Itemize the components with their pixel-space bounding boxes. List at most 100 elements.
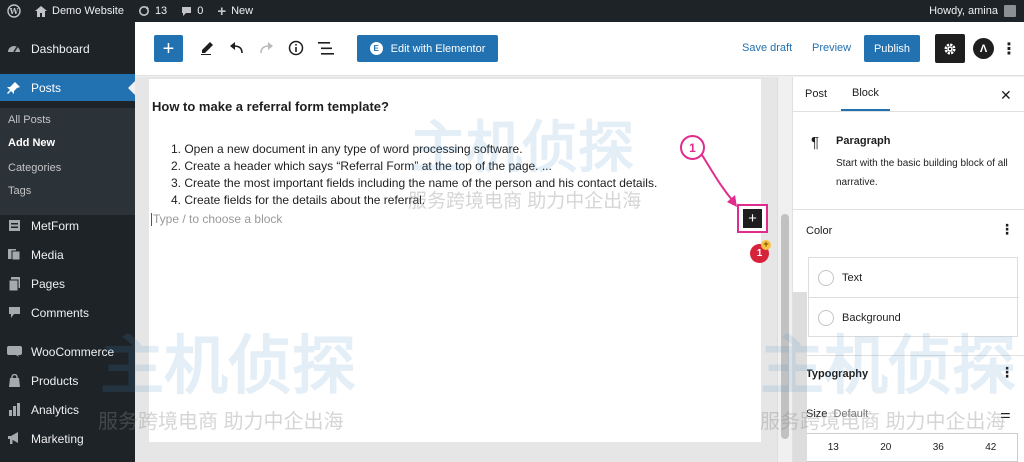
sidebar-item-label: Marketing (31, 431, 84, 446)
add-block-button[interactable]: + (737, 204, 768, 233)
settings-sidebar: Post Block ✕ ¶ Paragraph Start with the … (792, 77, 1024, 462)
font-size-picker: 13 20 36 42 (806, 433, 1018, 462)
divider (793, 209, 1024, 210)
comment-icon (182, 6, 192, 16)
tab-post[interactable]: Post (805, 77, 827, 111)
comments-link[interactable]: 0 (174, 0, 210, 22)
editor-toolbar: + E Edit with Elementor Save draft Previ… (135, 22, 1024, 76)
text-color-label: Text (842, 271, 863, 284)
size-option[interactable]: 36 (933, 442, 944, 453)
details-button[interactable] (285, 37, 307, 59)
canvas-scrollbar[interactable] (777, 77, 791, 462)
sidebar-item-label: Analytics (31, 402, 80, 417)
admin-bar: W Demo Website 13 0 + New Howdy, amina (0, 0, 1024, 22)
typography-section-title[interactable]: Typography (806, 368, 868, 380)
panel-scrollbar[interactable] (793, 292, 807, 462)
media-icon (6, 247, 22, 263)
size-option[interactable]: 42 (985, 442, 996, 453)
comment-icon (6, 305, 22, 321)
close-icon[interactable]: ✕ (1000, 87, 1012, 104)
color-options-icon[interactable]: ⋮ (1000, 221, 1014, 238)
tools-button[interactable] (197, 37, 217, 59)
block-title: Paragraph (836, 135, 891, 147)
sidebar-item-label: MetForm (31, 218, 79, 233)
divider (793, 111, 1024, 112)
undo-button[interactable] (225, 37, 247, 59)
settings-button[interactable] (935, 34, 965, 63)
plus-icon: + (743, 209, 762, 228)
sidebar-item-dashboard[interactable]: Dashboard (0, 35, 135, 62)
sidebar-item-pages[interactable]: Pages (0, 270, 135, 297)
submenu-tags[interactable]: Tags (8, 185, 31, 197)
site-name: Demo Website (52, 5, 124, 17)
more-vertical-icon: ⋮ (1001, 40, 1017, 58)
dashboard-icon (6, 41, 22, 57)
astra-settings-button[interactable]: Λ (973, 38, 994, 59)
editor-canvas: How to make a referral form template? 1.… (149, 79, 771, 442)
submenu-categories[interactable]: Categories (8, 162, 61, 174)
undo-icon (229, 42, 243, 54)
sidebar-item-marketing[interactable]: Marketing (0, 425, 135, 452)
scrollbar-thumb[interactable] (781, 214, 789, 439)
screen: W Demo Website 13 0 + New Howdy, amina D… (0, 0, 1024, 462)
products-icon (6, 373, 22, 389)
plus-icon: + (162, 37, 175, 60)
elementor-logo-icon: E (369, 42, 383, 55)
submenu-all-posts[interactable]: All Posts (8, 114, 51, 126)
site-name-link[interactable]: Demo Website (28, 0, 131, 22)
svg-text:W: W (9, 6, 20, 16)
badge-plus-icon: + (761, 240, 771, 250)
wordpress-logo-icon[interactable]: W (0, 0, 28, 22)
account-menu[interactable]: Howdy, amina (929, 5, 1024, 17)
color-section-title[interactable]: Color (806, 225, 832, 237)
paragraph-icon: ¶ (811, 134, 820, 151)
elementor-button-label: Edit with Elementor (390, 42, 486, 55)
updates-count: 13 (154, 5, 168, 17)
custom-size-icon[interactable]: ⚌ (1000, 407, 1011, 421)
typography-options-icon[interactable]: ⋮ (1000, 364, 1014, 381)
info-icon (288, 40, 304, 56)
sidebar-item-analytics[interactable]: Analytics (0, 396, 135, 423)
sidebar-item-posts[interactable]: Posts (0, 74, 135, 101)
size-option[interactable]: 13 (828, 442, 839, 453)
preview-button[interactable]: Preview (812, 42, 851, 54)
sidebar-item-label: Products (31, 373, 79, 388)
step-callout: 1 (680, 135, 705, 160)
edit-with-elementor-button[interactable]: E Edit with Elementor (357, 35, 498, 62)
updates-link[interactable]: 13 (131, 0, 174, 22)
sidebar-item-woocommerce[interactable]: WooCommerce (0, 338, 135, 365)
background-color-label: Background (842, 312, 901, 324)
redo-button[interactable] (255, 37, 277, 59)
sidebar-item-label: Dashboard (31, 41, 90, 56)
options-menu-button[interactable]: ⋮ (1001, 36, 1017, 61)
tab-block[interactable]: Block (841, 77, 890, 111)
list-view-button[interactable] (315, 37, 337, 59)
sidebar-item-metform[interactable]: MetForm (0, 212, 135, 239)
sidebar-item-comments[interactable]: Comments (0, 299, 135, 326)
submenu-add-new[interactable]: Add New (8, 137, 55, 149)
home-icon (35, 5, 47, 17)
sidebar-item-label: Comments (31, 305, 90, 320)
redo-icon (259, 42, 273, 54)
save-draft-button[interactable]: Save draft (742, 42, 792, 54)
sidebar-item-label: WooCommerce (31, 344, 115, 359)
pin-icon (6, 80, 22, 96)
sidebar-item-products[interactable]: Products (0, 367, 135, 394)
block-description: Start with the basic building block of a… (836, 158, 1008, 188)
plus-icon: + (217, 2, 227, 20)
block-inserter-toggle[interactable]: + (154, 35, 183, 62)
background-color-option[interactable]: Background (809, 298, 1019, 338)
form-icon (6, 218, 22, 234)
new-content-link[interactable]: + New (210, 0, 260, 22)
greeting: Howdy, amina (929, 5, 998, 17)
sidebar-item-label: Pages (31, 276, 66, 291)
background-color-swatch (818, 310, 834, 326)
sidebar-item-media[interactable]: Media (0, 241, 135, 268)
admin-sidebar: Dashboard Posts All Posts Add New Catego… (0, 22, 135, 462)
refresh-icon (138, 6, 149, 16)
size-option[interactable]: 20 (880, 442, 891, 453)
astra-logo-icon: Λ (979, 42, 988, 55)
text-color-option[interactable]: Text (809, 258, 1019, 298)
annotation-arrow (701, 154, 737, 207)
publish-button[interactable]: Publish (864, 35, 920, 62)
